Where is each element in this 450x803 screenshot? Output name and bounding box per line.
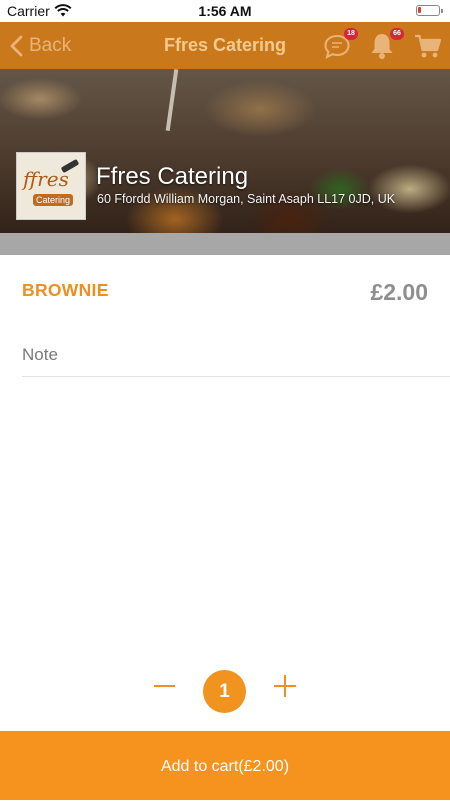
notifications-badge: 66 bbox=[390, 28, 404, 40]
navigation-bar: Back Ffres Catering 18 66 bbox=[0, 22, 450, 69]
store-address: 60 Ffordd William Morgan, Saint Asaph LL… bbox=[97, 192, 396, 206]
divider-strip bbox=[0, 233, 450, 255]
store-banner: ffres Catering Ffres Catering 60 Ffordd … bbox=[0, 69, 450, 233]
chevron-left-icon bbox=[10, 35, 23, 57]
increase-quantity-button[interactable] bbox=[270, 672, 300, 702]
store-logo: ffres Catering bbox=[16, 152, 86, 220]
item-name: BROWNIE bbox=[22, 280, 109, 300]
notifications-button[interactable]: 66 bbox=[368, 28, 404, 61]
battery-icon bbox=[416, 5, 443, 16]
logo-text-sub: Catering bbox=[33, 194, 74, 206]
item-price: £2.00 bbox=[370, 279, 428, 305]
store-name: Ffres Catering bbox=[96, 163, 249, 190]
logo-text-main: ffres bbox=[23, 167, 69, 191]
cart-button[interactable] bbox=[413, 31, 443, 61]
back-label: Back bbox=[29, 35, 72, 56]
messages-badge: 18 bbox=[344, 28, 358, 40]
messages-button[interactable]: 18 bbox=[322, 28, 358, 61]
decrease-quantity-button[interactable] bbox=[150, 672, 180, 702]
back-button[interactable]: Back bbox=[10, 33, 71, 59]
add-to-cart-button[interactable]: Add to cart(£2.00) bbox=[0, 731, 450, 800]
status-bar: Carrier 1:56 AM bbox=[0, 0, 450, 22]
quantity-value: 1 bbox=[203, 670, 246, 713]
clock: 1:56 AM bbox=[198, 3, 252, 19]
note-input[interactable] bbox=[22, 333, 450, 377]
cart-icon bbox=[415, 34, 442, 58]
